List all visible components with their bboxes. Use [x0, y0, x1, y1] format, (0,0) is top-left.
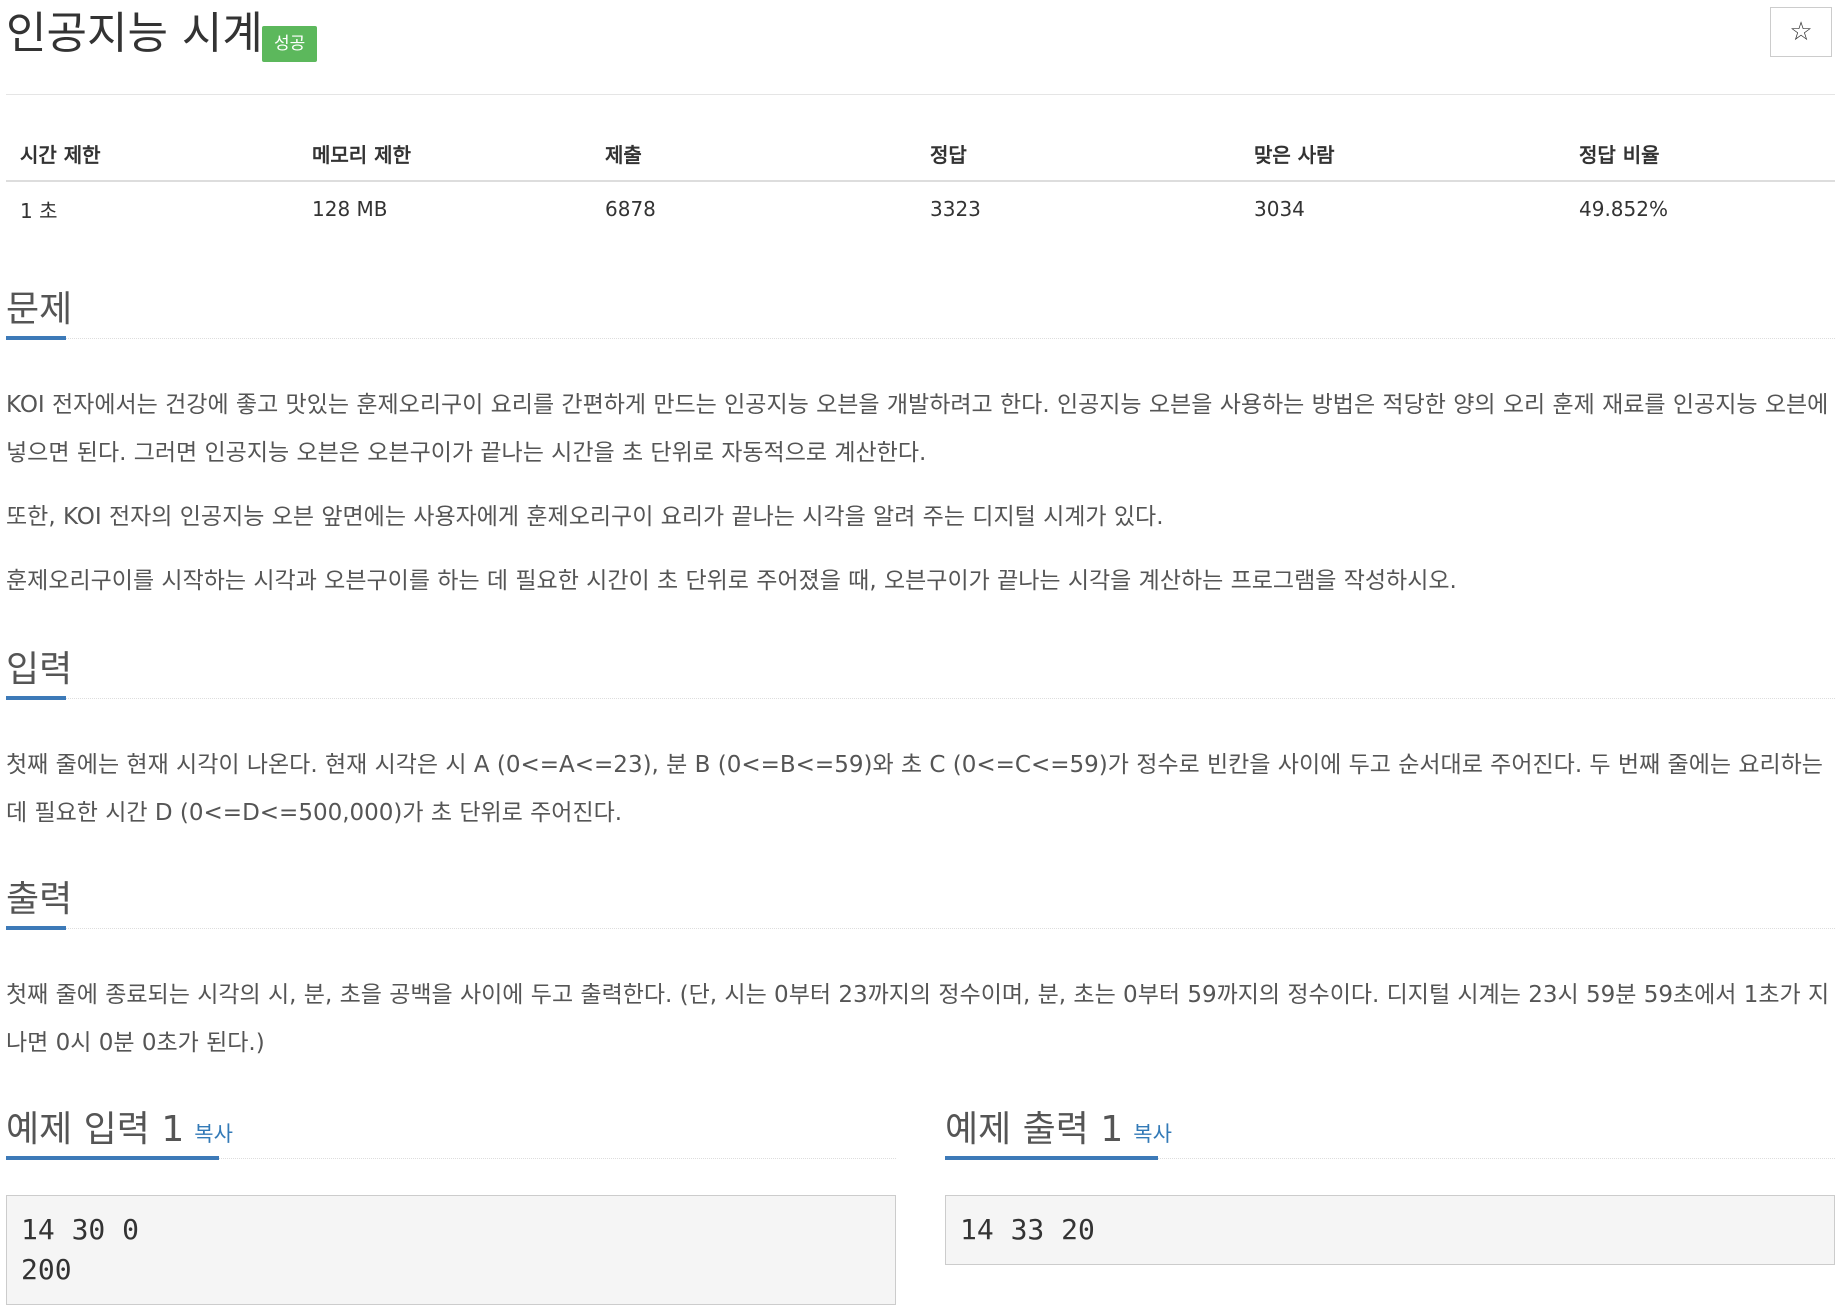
output-paragraph: 첫째 줄에 종료되는 시각의 시, 분, 초을 공백을 사이에 두고 출력한다.… — [6, 982, 1830, 1056]
sample-output-label: 예제 출력 1 — [945, 1109, 1124, 1150]
output-title-underline — [6, 926, 66, 930]
problem-title: 문제 — [6, 289, 73, 330]
sample-input-heading: 예제 입력 1 복사 — [6, 1108, 896, 1160]
header-time-limit: 시간 제한 — [6, 126, 298, 182]
problem-paragraph: 훈제오리구이를 시작하는 시각과 오븐구이를 하는 데 필요한 시간이 초 단위… — [6, 568, 1457, 594]
info-value-row: 1 초 128 MB 6878 3323 3034 49.852% — [6, 181, 1835, 236]
problem-heading: 문제 — [6, 288, 1835, 340]
sample-input-box[interactable]: 14 30 0 200 — [6, 1195, 896, 1305]
sample-output-title: 예제 출력 1 복사 — [945, 1108, 1172, 1156]
input-body: 첫째 줄에는 현재 시각이 나온다. 현재 시각은 시 A (0<=A<=23)… — [6, 699, 1835, 837]
star-icon: ☆ — [1789, 17, 1813, 47]
problem-paragraph: KOI 전자에서는 건강에 좋고 맛있는 훈제오리구이 요리를 간편하게 만드는… — [6, 392, 1829, 466]
input-heading: 입력 — [6, 648, 1835, 700]
star-button[interactable]: ☆ — [1770, 7, 1832, 57]
header-memory-limit: 메모리 제한 — [298, 126, 591, 182]
value-ratio: 49.852% — [1579, 197, 1668, 221]
copy-sample-input-button[interactable]: 복사 — [194, 1122, 233, 1146]
sample-input-section: 예제 입력 1 복사 14 30 0 200 — [6, 1108, 896, 1305]
value-accepted: 3323 — [930, 197, 981, 221]
output-section: 출력 첫째 줄에 종료되는 시각의 시, 분, 초을 공백을 사이에 두고 출력… — [6, 878, 1835, 1067]
problem-section: 문제 KOI 전자에서는 건강에 좋고 맛있는 훈제오리구이 요리를 간편하게 … — [6, 288, 1835, 605]
value-solvers: 3034 — [1254, 197, 1305, 221]
input-title: 입력 — [6, 649, 73, 690]
sample-output-heading: 예제 출력 1 복사 — [945, 1108, 1835, 1160]
page-title: 인공지능 시계 — [6, 8, 263, 59]
status-badge: 성공 — [262, 26, 318, 62]
copy-sample-output-button[interactable]: 복사 — [1133, 1122, 1172, 1146]
value-time-limit: 1 초 — [20, 198, 58, 223]
header-ratio: 정답 비율 — [1565, 126, 1835, 182]
sample-input-underline — [6, 1156, 219, 1160]
info-header-row: 시간 제한 메모리 제한 제출 정답 맞은 사람 정답 비율 — [6, 126, 1835, 182]
sample-input-label: 예제 입력 1 — [6, 1109, 185, 1150]
problem-title-underline — [6, 336, 66, 340]
input-paragraph: 첫째 줄에는 현재 시각이 나온다. 현재 시각은 시 A (0<=A<=23)… — [6, 752, 1823, 826]
sample-output-underline — [945, 1156, 1158, 1160]
input-section: 입력 첫째 줄에는 현재 시각이 나온다. 현재 시각은 시 A (0<=A<=… — [6, 648, 1835, 837]
header-accepted: 정답 — [916, 126, 1240, 182]
page-header: 인공지능 시계 성공 ☆ — [6, 0, 1835, 95]
problem-paragraph: 또한, KOI 전자의 인공지능 오븐 앞면에는 사용자에게 훈제오리구이 요리… — [6, 504, 1164, 530]
sample-input-title: 예제 입력 1 복사 — [6, 1108, 233, 1156]
problem-info-table: 시간 제한 메모리 제한 제출 정답 맞은 사람 정답 비율 1 초 128 M… — [6, 126, 1835, 236]
input-title-underline — [6, 696, 66, 700]
header-solvers: 맞은 사람 — [1240, 126, 1565, 182]
output-heading: 출력 — [6, 878, 1835, 930]
output-title: 출력 — [6, 879, 73, 920]
header-submissions: 제출 — [591, 126, 916, 182]
content-container: 인공지능 시계 성공 ☆ 시간 제한 메모리 제한 제출 정답 맞은 사람 정답… — [6, 0, 1835, 1305]
sample-output-box[interactable]: 14 33 20 — [945, 1195, 1835, 1265]
problem-page: 인공지능 시계 성공 ☆ 시간 제한 메모리 제한 제출 정답 맞은 사람 정답… — [0, 0, 1842, 1316]
sample-output-section: 예제 출력 1 복사 14 33 20 — [945, 1108, 1835, 1265]
problem-body: KOI 전자에서는 건강에 좋고 맛있는 훈제오리구이 요리를 간편하게 만드는… — [6, 339, 1835, 605]
value-submissions: 6878 — [605, 197, 656, 221]
value-memory-limit: 128 MB — [312, 197, 388, 221]
output-body: 첫째 줄에 종료되는 시각의 시, 분, 초을 공백을 사이에 두고 출력한다.… — [6, 929, 1835, 1067]
